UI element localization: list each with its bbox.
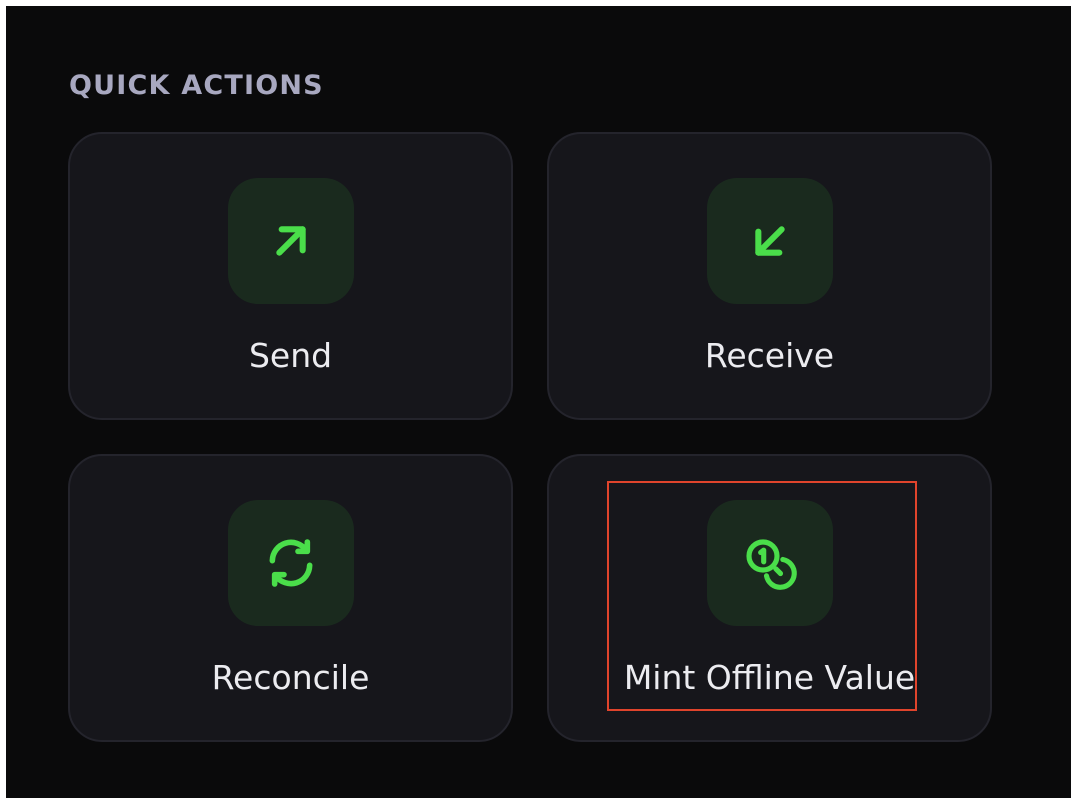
send-label: Send xyxy=(248,336,333,375)
quick-actions-panel: QUICK ACTIONS Send Receive Reconcile Min… xyxy=(6,6,1071,798)
section-title: QUICK ACTIONS xyxy=(69,70,324,101)
reconcile-button[interactable]: Reconcile xyxy=(68,454,513,742)
arrow-up-right-icon xyxy=(275,226,306,256)
receive-button[interactable]: Receive xyxy=(547,132,992,420)
reconcile-icon-tile xyxy=(227,500,354,626)
mint-icon-tile xyxy=(706,500,833,626)
mint-offline-value-button[interactable]: Mint Offline Value xyxy=(547,454,992,742)
receive-label: Receive xyxy=(704,336,835,375)
send-button[interactable]: Send xyxy=(68,132,513,420)
coins-icon xyxy=(745,539,797,590)
mint-offline-value-label: Mint Offline Value xyxy=(623,658,916,697)
arrow-down-left-icon xyxy=(754,226,785,256)
reconcile-label: Reconcile xyxy=(211,658,370,697)
send-icon-tile xyxy=(227,178,354,304)
refresh-icon xyxy=(269,539,312,587)
receive-icon-tile xyxy=(706,178,833,304)
